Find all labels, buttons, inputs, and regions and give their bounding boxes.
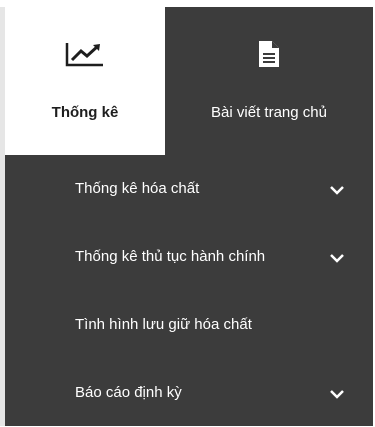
chevron-down-icon — [330, 186, 344, 195]
tab-bar: Thống kê Bài viết trang chủ — [5, 7, 373, 155]
menu-item-label: Báo cáo định kỳ — [75, 384, 182, 401]
menu-item-administrative-procedures[interactable]: Thống kê thủ tục hành chính — [5, 223, 373, 291]
menu-item-periodic-reports[interactable]: Báo cáo định kỳ — [5, 359, 373, 427]
menu-item-label: Thống kê hóa chất — [75, 180, 200, 197]
menu-item-chemical-storage-status[interactable]: Tình hình lưu giữ hóa chất — [5, 291, 373, 359]
line-chart-icon — [65, 39, 105, 69]
chevron-down-icon — [330, 390, 344, 399]
tab-homepage-posts[interactable]: Bài viết trang chủ — [165, 7, 373, 155]
sidebar-panel: Thống kê Bài viết trang chủ Thống kê hóa… — [5, 7, 373, 426]
tab-statistics-label: Thống kê — [51, 104, 119, 121]
statistics-menu: Thống kê hóa chất Thống kê thủ tục hành … — [5, 155, 373, 427]
menu-item-label: Thống kê thủ tục hành chính — [75, 248, 266, 265]
chevron-down-icon — [330, 254, 344, 263]
tab-statistics[interactable]: Thống kê — [5, 7, 165, 155]
document-icon — [258, 39, 280, 69]
tab-homepage-posts-label: Bài viết trang chủ — [211, 104, 327, 121]
menu-item-label: Tình hình lưu giữ hóa chất — [75, 316, 252, 333]
menu-item-chemical-statistics[interactable]: Thống kê hóa chất — [5, 155, 373, 223]
top-strip — [0, 0, 375, 7]
